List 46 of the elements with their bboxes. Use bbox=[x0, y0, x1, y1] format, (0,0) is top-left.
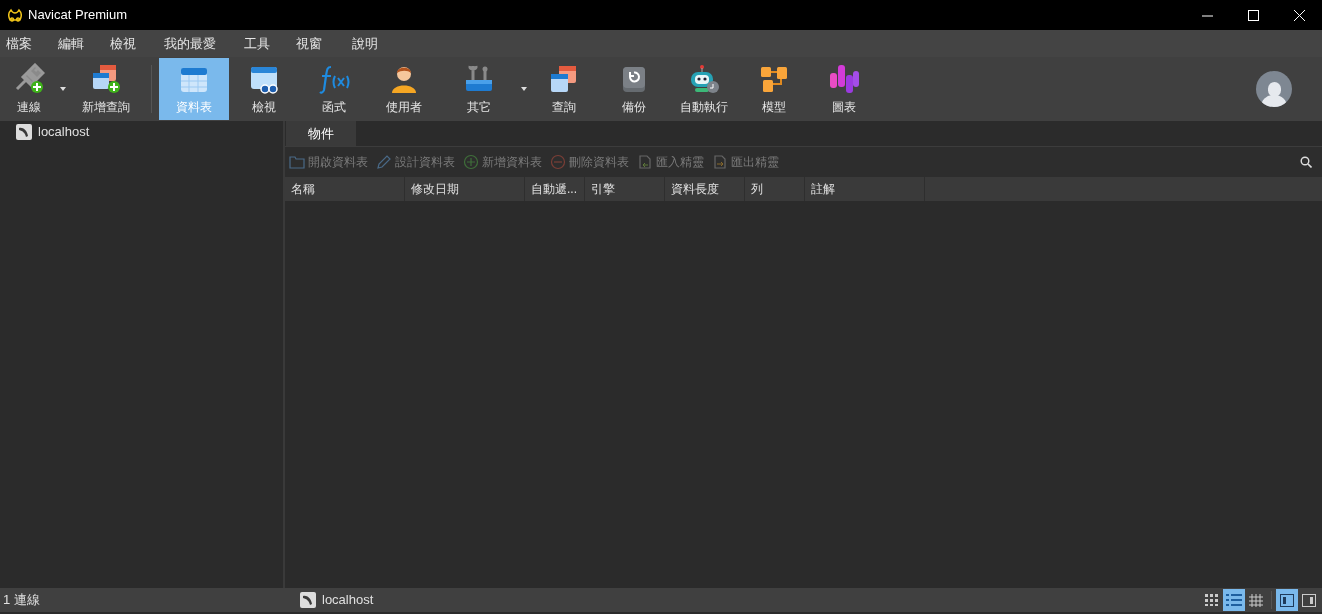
toolbar-button[interactable]: 檢視 bbox=[229, 58, 299, 120]
dropdown-caret-icon[interactable] bbox=[58, 87, 68, 91]
export-icon bbox=[712, 154, 728, 170]
connection-item[interactable]: localhost bbox=[0, 123, 283, 141]
maximize-icon bbox=[1247, 9, 1259, 21]
toolbar-button[interactable]: 使用者 bbox=[369, 58, 439, 120]
list-view-button[interactable] bbox=[1223, 589, 1245, 611]
left-view-icon bbox=[1280, 593, 1294, 607]
icons-view-icon bbox=[1205, 594, 1219, 606]
window-title: Navicat Premium bbox=[28, 6, 127, 25]
toolbar-button[interactable]: 其它 bbox=[439, 58, 519, 120]
grid-view-icon bbox=[1249, 593, 1263, 607]
left-view-button[interactable] bbox=[1276, 589, 1298, 611]
current-connection: localhost bbox=[322, 591, 374, 610]
toolbar-button[interactable]: 新增查詢 bbox=[68, 58, 144, 120]
menu-item[interactable]: 編輯 bbox=[52, 33, 104, 54]
app-logo-icon bbox=[8, 8, 22, 22]
toolbar-button[interactable]: 圖表 bbox=[809, 58, 879, 120]
connection-count: 1 連線 bbox=[2, 591, 41, 610]
import-icon bbox=[637, 154, 653, 170]
close-icon bbox=[1293, 9, 1305, 21]
toolbar-button[interactable]: 模型 bbox=[739, 58, 809, 120]
design-icon bbox=[376, 155, 392, 169]
chart-icon bbox=[828, 62, 860, 95]
menu-item[interactable]: 檔案 bbox=[0, 33, 52, 54]
list-view-icon bbox=[1226, 594, 1242, 606]
delete-icon bbox=[550, 154, 566, 170]
add-icon bbox=[463, 154, 479, 170]
open-icon bbox=[289, 155, 305, 169]
menu-item[interactable]: 檢視 bbox=[104, 33, 158, 54]
menu-item[interactable]: 說明 bbox=[346, 33, 396, 54]
search-icon[interactable] bbox=[1300, 156, 1312, 168]
toolbar-button[interactable]: 自動執行 bbox=[669, 58, 739, 120]
tab[interactable]: 物件 bbox=[286, 121, 356, 146]
toolbar-button[interactable]: 連線 bbox=[0, 58, 58, 120]
connection-icon bbox=[13, 62, 45, 95]
toolbar-button[interactable]: 函式 bbox=[299, 58, 369, 120]
avatar-icon[interactable] bbox=[1256, 71, 1292, 107]
toolbar-button[interactable]: 備份 bbox=[599, 58, 669, 120]
menu-item[interactable]: 視窗 bbox=[290, 33, 346, 54]
new-query-icon bbox=[90, 62, 122, 95]
dropdown-caret-icon[interactable] bbox=[519, 87, 529, 91]
right-view-icon bbox=[1302, 593, 1316, 607]
menu-item[interactable]: 工具 bbox=[238, 33, 290, 54]
toolbar-button[interactable]: 查詢 bbox=[529, 58, 599, 120]
menu-item[interactable]: 我的最愛 bbox=[158, 33, 238, 54]
